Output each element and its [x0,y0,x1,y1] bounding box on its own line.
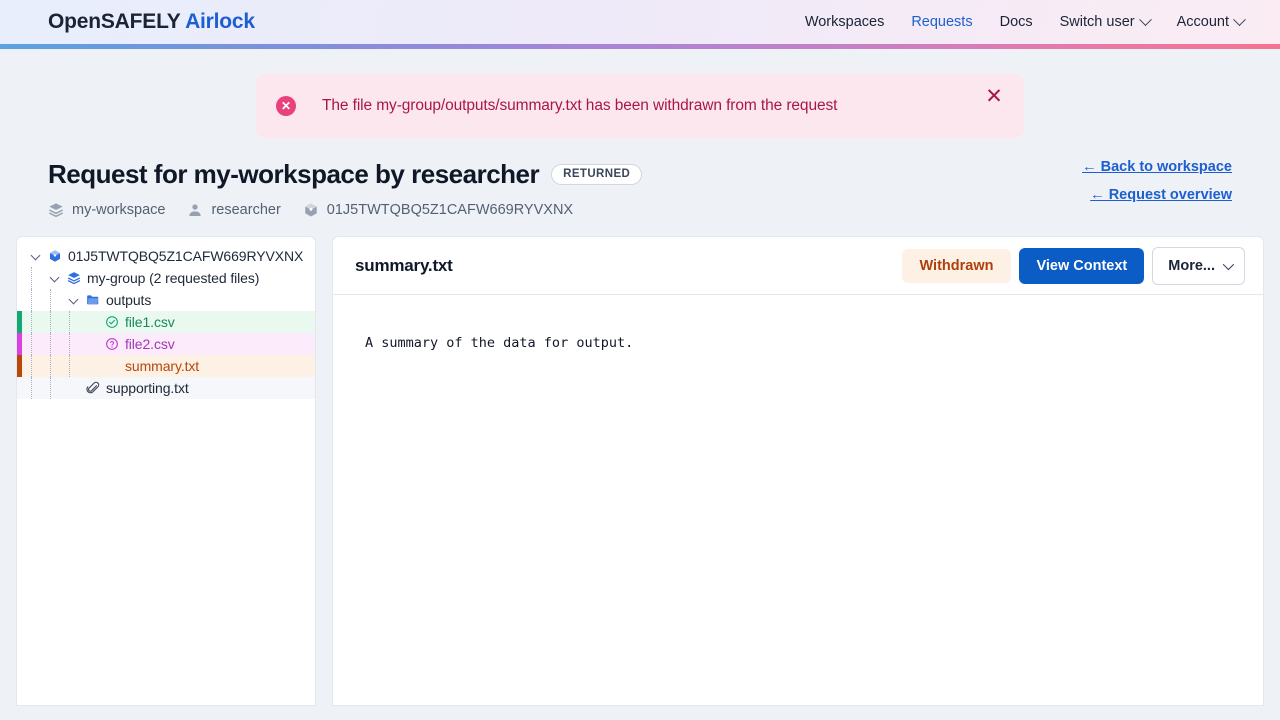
file-tree-panel: 01J5TWTQBQ5Z1CAFW669RYVXNX my-group (2 re… [16,236,316,706]
content-area: 01J5TWTQBQ5Z1CAFW669RYVXNX my-group (2 re… [0,218,1280,706]
question-circle-icon-wrap [105,337,119,351]
page-title: Request for my-workspace by researcher [48,159,539,190]
tree-item-status-bar [17,355,22,377]
status-badge: RETURNED [551,164,642,185]
paperclip-icon-wrap [86,381,100,395]
tree-item-label: file2.csv [125,336,175,352]
meta-item-label: 01J5TWTQBQ5Z1CAFW669RYVXNX [327,202,573,218]
error-circle-icon: ✕ [276,96,296,116]
folder-icon-wrap [86,293,100,307]
meta-item-label: researcher [211,202,280,218]
tree-indent-guide [31,377,32,399]
tree-indent-guide [50,333,51,355]
tree-item-status-bar [17,311,22,333]
meta-item-user: researcher [187,202,280,218]
chevron-down-icon[interactable] [69,295,80,306]
nav-item-requests[interactable]: Requests [911,14,972,30]
tree-indent-guide [50,289,51,311]
package-icon [303,202,319,218]
nav-item-label: Docs [1000,14,1033,30]
package-icon [48,249,62,263]
layers-icon [48,202,64,218]
file-viewer-header: summary.txt Withdrawn View Context More.… [333,237,1263,295]
metadata-row: my-workspace researcher 01J5TWTQBQ5Z1CAFW6… [48,202,1232,218]
nav-item-workspaces[interactable]: Workspaces [805,14,885,30]
brand-secondary-text: Airlock [185,10,255,33]
tree-item-01j5twtqbq5z1cafw669ryvxnx[interactable]: 01J5TWTQBQ5Z1CAFW669RYVXNX [17,245,315,267]
question-circle-icon [105,337,119,351]
tree-indent-guide [50,377,51,399]
more-button[interactable]: More... [1152,247,1245,285]
chevron-down-icon [1223,258,1234,269]
back-to-workspace-link[interactable]: ← Back to workspace [1082,159,1232,175]
tree-indent-guide [69,355,70,377]
check-circle-icon-wrap [105,315,119,329]
chevron-down-icon[interactable] [31,251,42,262]
paperclip-icon [86,381,100,395]
nav-item-label: Switch user [1060,14,1135,30]
tree-indent-guide [69,311,70,333]
tree-indent-guide [31,355,32,377]
layers-icon [67,271,81,285]
tree-item-supporting.txt[interactable]: supporting.txt [17,377,315,399]
withdrawn-alert: ✕ The file my-group/outputs/summary.txt … [256,74,1024,138]
tree-item-label: supporting.txt [106,380,189,396]
meta-item-package: 01J5TWTQBQ5Z1CAFW669RYVXNX [303,202,573,218]
tree-indent-guide [69,333,70,355]
file-name-heading: summary.txt [355,256,453,276]
file-content-area: A summary of the data for output. [333,295,1263,705]
meta-item-layers: my-workspace [48,202,165,218]
main-navigation: Workspaces Requests Docs Switch user Account [805,14,1244,30]
nav-item-label: Account [1177,14,1229,30]
tree-item-outputs[interactable]: outputs [17,289,315,311]
page-title-block: Request for my-workspace by researcher R… [0,138,1280,218]
alert-container: ✕ The file my-group/outputs/summary.txt … [0,49,1280,138]
package-icon-wrap [48,249,62,263]
more-button-label: More... [1168,258,1215,274]
nav-item-docs[interactable]: Docs [1000,14,1033,30]
nav-item-label: Requests [911,14,972,30]
brand-logo[interactable]: OpenSAFELY Airlock [48,10,255,34]
check-circle-icon [105,315,119,329]
layers-icon-wrap [67,271,81,285]
tree-indent-guide [50,355,51,377]
tree-indent-guide [31,333,32,355]
alert-message: The file my-group/outputs/summary.txt ha… [322,97,837,115]
tree-indent-guide [31,289,32,311]
tree-item-file2.csv[interactable]: file2.csv [17,333,315,355]
request-overview-link[interactable]: ← Request overview [1082,187,1232,203]
view-context-button[interactable]: View Context [1019,248,1144,284]
file-content-text: A summary of the data for output. [365,333,1263,353]
close-icon[interactable]: ✕ [982,84,1006,108]
tree-item-file1.csv[interactable]: file1.csv [17,311,315,333]
nav-item-switch-user[interactable]: Switch user [1060,14,1150,30]
chevron-down-icon [1139,13,1152,26]
tree-indent-guide [31,267,32,289]
tree-item-label: summary.txt [125,358,199,374]
title-row: Request for my-workspace by researcher R… [48,159,1232,190]
tree-item-label: my-group (2 requested files) [87,270,259,286]
tree-indent-guide [50,311,51,333]
tree-item-status-bar [17,333,22,355]
file-viewer-panel: summary.txt Withdrawn View Context More.… [332,236,1264,706]
nav-item-account[interactable]: Account [1177,14,1244,30]
folder-icon [86,293,100,307]
tree-item-label: 01J5TWTQBQ5Z1CAFW669RYVXNX [68,248,303,264]
file-actions: Withdrawn View Context More... [902,247,1246,285]
tree-item-my-group[interactable]: my-group (2 requested files) [17,267,315,289]
tree-item-label: outputs [106,292,151,308]
chevron-down-icon[interactable] [50,273,61,284]
tree-indent-guide [31,311,32,333]
tree-item-label: file1.csv [125,314,175,330]
chevron-down-icon [1233,13,1246,26]
withdrawn-status-pill: Withdrawn [902,249,1012,283]
brand-primary-text: OpenSAFELY [48,10,180,33]
title-links: ← Back to workspace ← Request overview [1082,159,1232,203]
nav-item-label: Workspaces [805,14,885,30]
site-header: OpenSAFELY Airlock Workspaces Requests Doc… [0,0,1280,44]
meta-item-label: my-workspace [72,202,165,218]
tree-item-summary.txt[interactable]: summary.txt [17,355,315,377]
user-icon [187,202,203,218]
